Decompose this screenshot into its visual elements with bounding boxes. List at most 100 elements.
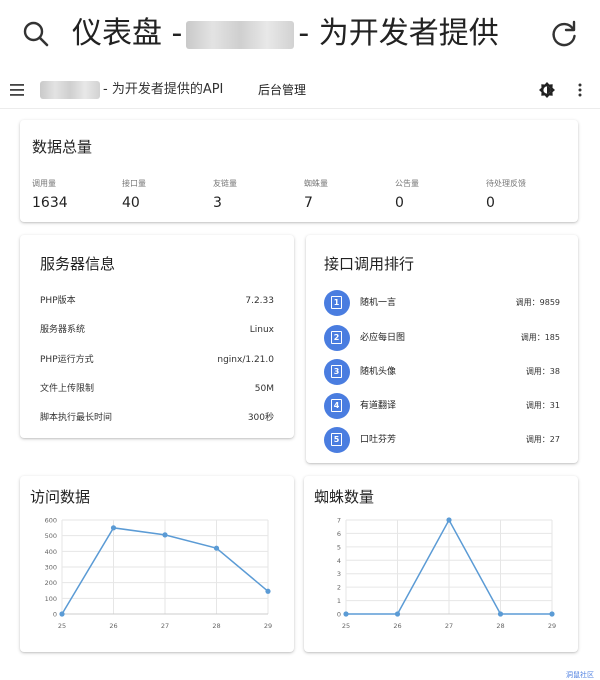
data-point xyxy=(213,545,220,551)
card-title: 数据总量 xyxy=(32,138,93,156)
data-point xyxy=(446,517,452,523)
ranking-item[interactable]: 4 有道翻译 调用：31 xyxy=(324,393,560,419)
y-tick-label: 7 xyxy=(337,517,341,525)
refresh-icon[interactable] xyxy=(549,19,579,49)
y-tick-label: 4 xyxy=(337,557,341,565)
ranking-item[interactable]: 1 随机一言 调用：9859 xyxy=(324,290,560,316)
app-bar: - 为开发者提供的API 后台管理 xyxy=(0,72,600,109)
x-tick-label: 27 xyxy=(445,622,453,630)
ranking-item-count: 调用：38 xyxy=(525,367,560,376)
stat-value: 7 xyxy=(304,195,313,211)
server-row-value: 7.2.33 xyxy=(245,296,274,306)
ranking-item[interactable]: 5 口吐芬芳 调用：27 xyxy=(324,427,560,453)
data-point xyxy=(265,588,271,594)
x-tick-label: 28 xyxy=(212,622,220,630)
x-tick-label: 25 xyxy=(342,622,350,630)
server-info-card: 服务器信息 PHP版本 7.2.33 服务器系统 Linux PHP运行方式 n… xyxy=(20,235,294,438)
spider-count-card: 蜘蛛数量 0 1 2 3 4 5 6 7 25 26 27 28 29 xyxy=(304,476,578,652)
server-row-value: nginx/1.21.0 xyxy=(217,355,274,365)
admin-link[interactable]: 后台管理 xyxy=(258,80,306,100)
data-point xyxy=(162,532,168,538)
document-icon: 5 xyxy=(324,427,350,453)
card-title: 接口调用排行 xyxy=(324,255,415,273)
menu-icon[interactable] xyxy=(10,83,26,97)
app-brand[interactable]: - 为开发者提供的API xyxy=(40,80,223,100)
y-tick-label: 3 xyxy=(337,570,341,578)
more-vert-icon[interactable] xyxy=(576,81,584,99)
data-totals-card: 数据总量 调用量 1634 接口量 40 友链量 3 蜘蛛量 7 公告量 0 待… xyxy=(20,120,578,222)
stat-calls: 调用量 1634 xyxy=(32,178,112,213)
data-point xyxy=(343,611,349,617)
server-row-value: Linux xyxy=(249,325,274,335)
y-tick-label: 2 xyxy=(337,584,341,592)
document-icon: 1 xyxy=(324,290,350,316)
x-tick-label: 27 xyxy=(161,622,169,630)
server-row-key: 文件上传限制 xyxy=(40,384,95,394)
page-title: 仪表盘 -- 为开发者提供 xyxy=(72,16,499,51)
theme-toggle-icon[interactable] xyxy=(539,82,555,98)
chart-title: 访问数据 xyxy=(30,488,91,506)
stat-feedback: 待处理反馈 0 xyxy=(486,178,566,213)
stat-label: 接口量 xyxy=(122,179,146,188)
redacted-site-name xyxy=(186,20,295,49)
search-icon[interactable] xyxy=(22,20,50,48)
stat-links: 友链量 3 xyxy=(213,178,293,213)
stat-label: 待处理反馈 xyxy=(486,179,526,188)
ranking-item-count: 调用：9859 xyxy=(515,298,560,307)
y-tick-label: 5 xyxy=(337,543,341,551)
server-row-key: 服务器系统 xyxy=(40,325,86,335)
visit-data-card: 访问数据 0 100 200 300 400 500 600 25 26 27 28 29 xyxy=(20,476,294,652)
chart-title: 蜘蛛数量 xyxy=(314,488,375,506)
y-tick-label: 0 xyxy=(337,611,341,619)
document-icon: 4 xyxy=(324,393,350,419)
y-tick-label: 6 xyxy=(337,530,341,538)
y-tick-label: 600 xyxy=(45,517,57,525)
stat-label: 蜘蛛量 xyxy=(304,179,328,188)
data-point xyxy=(497,611,504,617)
document-icon: 3 xyxy=(324,359,350,385)
stat-value: 40 xyxy=(122,195,140,211)
server-row-key: 脚本执行最长时间 xyxy=(40,413,113,423)
stat-value: 0 xyxy=(486,195,495,211)
data-point xyxy=(110,525,117,531)
server-row-key: PHP运行方式 xyxy=(40,355,94,365)
x-tick-label: 29 xyxy=(548,622,556,630)
x-tick-label: 26 xyxy=(109,622,117,630)
server-row-value: 300秒 xyxy=(247,413,274,423)
data-point xyxy=(394,611,401,617)
y-tick-label: 300 xyxy=(45,564,57,572)
server-row-key: PHP版本 xyxy=(40,296,76,306)
data-point xyxy=(549,611,555,617)
watermark: 洞鼠社区 xyxy=(566,671,594,679)
browser-top-bar: 仪表盘 -- 为开发者提供 xyxy=(0,0,600,68)
ranking-item[interactable]: 3 随机头像 调用：38 xyxy=(324,359,560,385)
server-row-value: 50M xyxy=(254,384,274,394)
stat-notices: 公告量 0 xyxy=(395,178,475,213)
ranking-item-name: 有道翻译 xyxy=(360,401,397,411)
y-tick-label: 200 xyxy=(45,579,57,587)
document-icon: 2 xyxy=(324,325,350,351)
y-tick-label: 400 xyxy=(45,548,57,556)
api-ranking-card: 接口调用排行 1 随机一言 调用：9859 2 必应每日图 调用：185 3 随… xyxy=(306,235,578,463)
ranking-item-name: 口吐芬芳 xyxy=(360,435,397,445)
y-tick-label: 500 xyxy=(45,532,57,540)
y-tick-label: 1 xyxy=(337,597,341,605)
redacted-brand-name xyxy=(40,80,100,99)
ranking-item-count: 调用：31 xyxy=(525,401,560,410)
spider-line-chart: 0 1 2 3 4 5 6 7 25 26 27 28 29 xyxy=(337,517,556,631)
stat-label: 调用量 xyxy=(32,179,56,188)
y-tick-label: 0 xyxy=(53,611,57,619)
ranking-item-count: 调用：27 xyxy=(525,435,560,444)
data-point xyxy=(59,611,65,617)
ranking-item[interactable]: 2 必应每日图 调用：185 xyxy=(324,325,560,351)
ranking-item-name: 必应每日图 xyxy=(360,333,406,343)
stat-apis: 接口量 40 xyxy=(122,178,202,213)
x-tick-label: 28 xyxy=(496,622,504,630)
stat-label: 公告量 xyxy=(395,179,419,188)
y-tick-label: 100 xyxy=(45,595,57,603)
stat-label: 友链量 xyxy=(213,179,237,188)
x-tick-label: 25 xyxy=(58,622,66,630)
ranking-item-name: 随机头像 xyxy=(360,367,397,377)
stat-value: 1634 xyxy=(32,195,68,211)
ranking-item-count: 调用：185 xyxy=(520,333,560,342)
